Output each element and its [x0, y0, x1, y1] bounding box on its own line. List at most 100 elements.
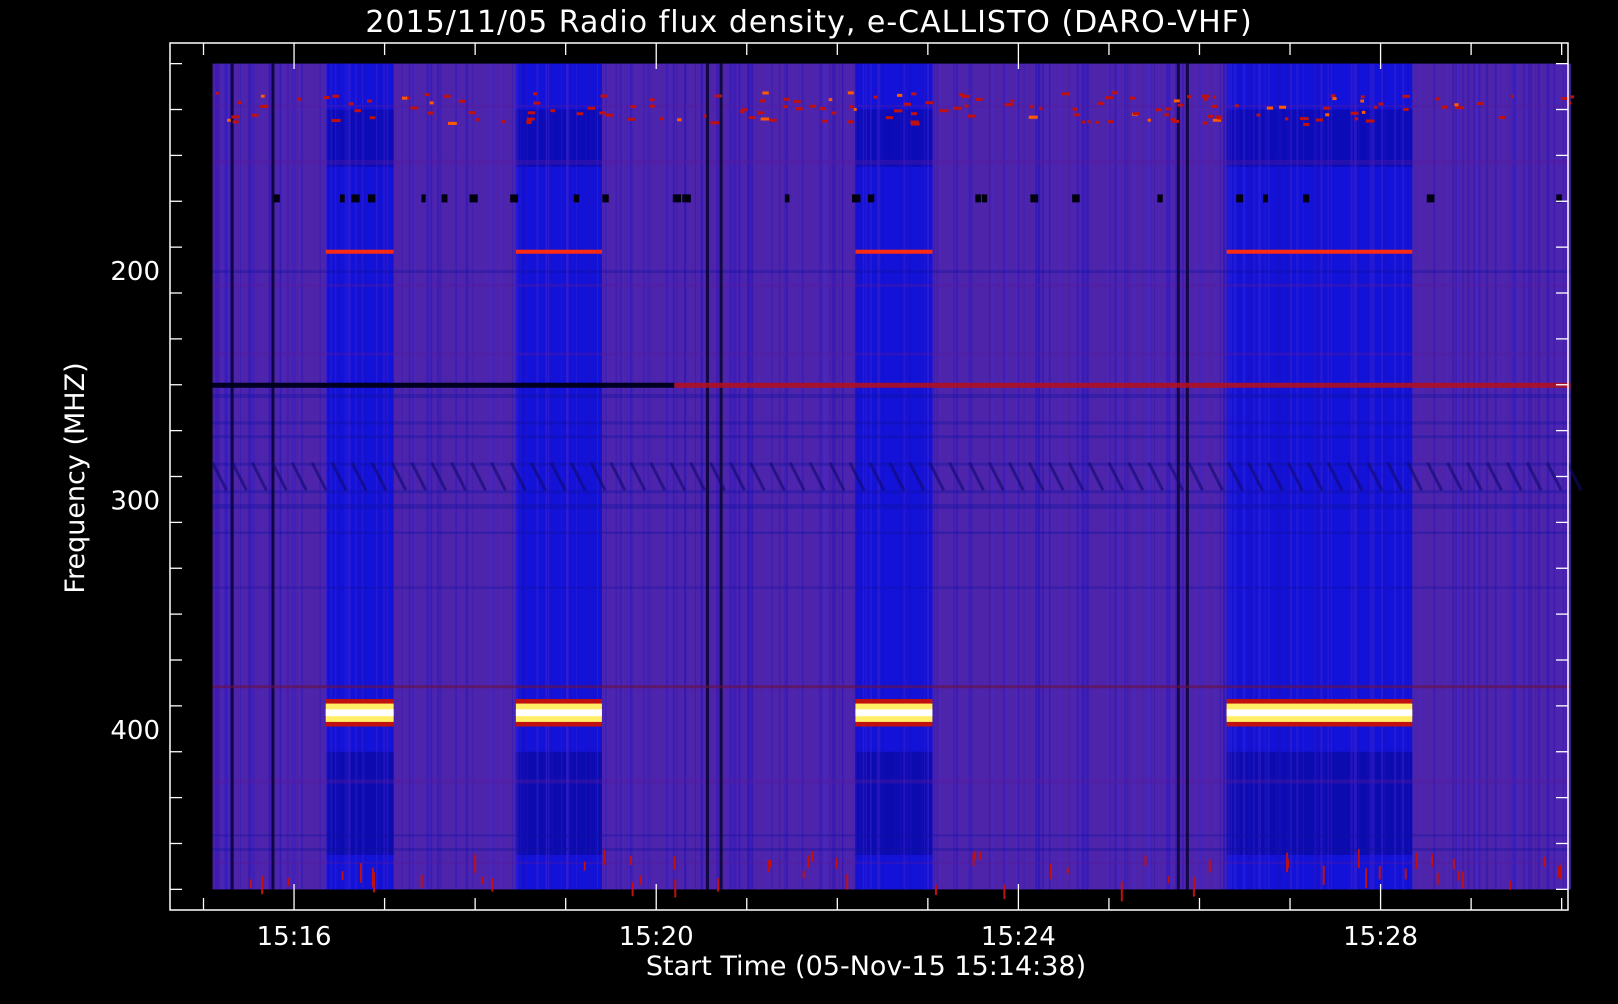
striation: [903, 63, 905, 890]
rfi-speckle: [533, 92, 538, 96]
rfi-speckle: [1361, 110, 1366, 114]
striation: [227, 63, 229, 890]
rfi-speckle: [831, 111, 837, 115]
striation: [750, 63, 753, 890]
chart-title: 2015/11/05 Radio flux density, e-CALLIST…: [365, 5, 1252, 40]
striation: [859, 63, 862, 890]
rfi-speckle: [1217, 116, 1223, 120]
interference-line-dark: [212, 382, 675, 388]
rfi-speckle: [526, 117, 535, 121]
striation: [845, 63, 847, 890]
artifact-line: [706, 63, 710, 890]
rfi-speckle: [1279, 105, 1287, 109]
striation: [1048, 63, 1051, 890]
dark-spot: [367, 194, 376, 203]
bottom-speck: [287, 878, 290, 887]
rfi-speckle: [1476, 101, 1484, 105]
bottom-speck: [934, 884, 937, 896]
rfi-speckle: [251, 113, 259, 117]
striation: [1265, 63, 1268, 890]
striation: [1497, 63, 1499, 890]
striation: [628, 63, 630, 890]
striation: [1419, 63, 1421, 890]
rfi-speckle: [232, 120, 239, 124]
rfi-speckle: [1154, 108, 1162, 112]
bottom-speck: [1049, 863, 1052, 879]
rfi-speckle: [1202, 121, 1208, 125]
bottom-speck: [1404, 868, 1407, 880]
striation: [1143, 63, 1145, 890]
striation: [1527, 63, 1530, 890]
striation: [785, 63, 788, 890]
bottom-speck: [1003, 884, 1006, 900]
striation: [624, 63, 626, 890]
striation: [375, 63, 378, 890]
bottom-speck: [1431, 853, 1434, 867]
rfi-speckle: [822, 119, 828, 123]
dark-spot: [1236, 194, 1244, 203]
rfi-speckle: [759, 99, 766, 103]
dark-spot: [351, 194, 360, 203]
striation: [346, 63, 348, 890]
striation: [605, 63, 607, 890]
rfi-speckle: [1234, 104, 1239, 108]
rfi-speckle: [444, 94, 451, 98]
rfi-speckle: [1284, 117, 1289, 121]
striation: [907, 63, 909, 890]
striation: [1358, 63, 1360, 890]
striation: [991, 63, 993, 890]
striation: [221, 63, 224, 890]
bottom-speck: [481, 876, 484, 885]
striation: [1330, 63, 1332, 890]
striation: [1132, 63, 1134, 890]
rfi-speckle: [1323, 106, 1331, 110]
interference-line-red: [674, 382, 1571, 388]
striation: [1523, 63, 1525, 890]
rfi-speckle: [828, 98, 833, 102]
rfi-speckle: [226, 118, 231, 122]
dark-spot: [1030, 194, 1039, 203]
striation: [629, 63, 632, 890]
striation: [561, 63, 563, 890]
rfi-speckle: [533, 101, 541, 105]
banding: [212, 393, 1571, 398]
rfi-speckle: [1087, 120, 1091, 124]
rfi-speckle: [1164, 113, 1170, 117]
striation: [672, 63, 675, 890]
rfi-speckle: [587, 106, 596, 110]
striation: [940, 63, 941, 890]
striation: [1383, 63, 1386, 890]
rfi-speckle: [1173, 99, 1180, 103]
striation: [383, 63, 385, 890]
bottom-speck: [1378, 866, 1381, 880]
rfi-speckle: [782, 105, 788, 109]
rfi-speckle: [1074, 113, 1080, 117]
striation: [646, 63, 649, 890]
bottom-speck: [1557, 866, 1560, 878]
striation: [1483, 63, 1484, 890]
bottom-speck: [1436, 872, 1439, 885]
rfi-speckle: [1170, 117, 1177, 121]
striation: [1166, 63, 1169, 890]
rfi-speckle: [476, 118, 480, 122]
rfi-speckle: [1299, 117, 1309, 121]
bottom-speck: [631, 881, 634, 897]
rfi-speckle: [297, 97, 302, 101]
rfi-speckle: [1332, 97, 1337, 101]
banding: [212, 531, 1571, 534]
rfi-speckle: [964, 104, 969, 108]
bottom-speck: [1066, 867, 1069, 874]
bottom-speck: [1452, 858, 1455, 870]
striation: [904, 63, 906, 890]
dark-spot: [1426, 194, 1435, 203]
spectrogram-chart: 2015/11/05 Radio flux density, e-CALLIST…: [0, 0, 1618, 1000]
rfi-speckle: [260, 94, 265, 98]
striation: [1400, 63, 1403, 890]
striation: [1237, 63, 1239, 890]
bottom-speck: [979, 851, 982, 860]
striation: [966, 63, 968, 890]
striation: [1182, 63, 1184, 890]
striation: [1059, 63, 1061, 890]
striation: [1349, 63, 1351, 890]
striation: [1109, 63, 1111, 890]
